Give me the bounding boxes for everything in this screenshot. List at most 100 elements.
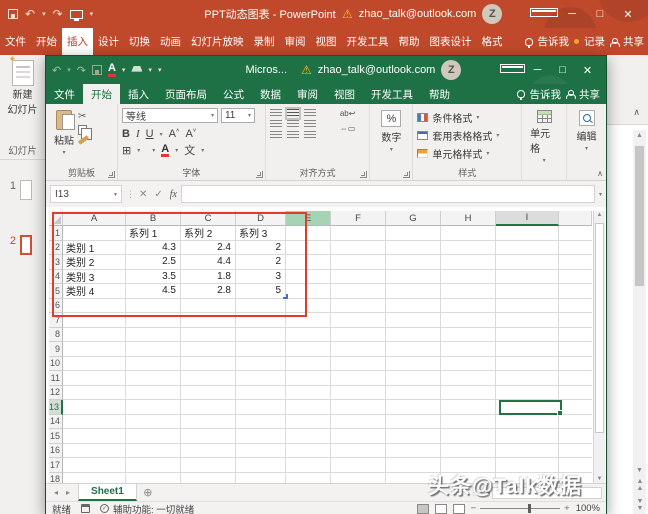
column-header-C[interactable]: C — [181, 211, 236, 226]
maximize-icon[interactable]: □ — [550, 64, 575, 76]
cell-A9[interactable] — [63, 342, 126, 357]
column-header-G[interactable]: G — [386, 211, 441, 226]
column-header-E[interactable]: E — [286, 211, 331, 226]
column-header-H[interactable]: H — [441, 211, 496, 226]
decrease-font-icon[interactable]: A˅ — [185, 128, 196, 140]
cell-F9[interactable] — [331, 342, 386, 357]
cell-I5[interactable] — [496, 284, 559, 299]
alignment-dialog-launcher[interactable] — [360, 171, 367, 178]
row-header-9[interactable]: 9 — [49, 342, 63, 357]
ppt-tab-文件[interactable]: 文件 — [0, 28, 31, 55]
cell-F12[interactable] — [331, 386, 386, 401]
cell-E3[interactable] — [286, 255, 331, 270]
cell-C7[interactable] — [181, 313, 236, 328]
cell-E15[interactable] — [286, 429, 331, 444]
cell-F7[interactable] — [331, 313, 386, 328]
cell-B13[interactable] — [126, 400, 181, 415]
font-size-combo[interactable]: 11▾ — [221, 108, 255, 123]
cells-button[interactable]: 单元格 ▾ — [526, 108, 562, 166]
cell-H13[interactable] — [441, 400, 496, 415]
cell-D7[interactable] — [236, 313, 286, 328]
phonetic-icon[interactable]: 文 — [184, 142, 195, 158]
cell-C16[interactable] — [181, 444, 236, 459]
row-header-16[interactable]: 16 — [49, 444, 63, 459]
zoom-out-icon[interactable]: − — [471, 503, 477, 514]
conditional-formatting-button[interactable]: 条件格式▾ — [417, 110, 517, 124]
cell-E4[interactable] — [286, 270, 331, 285]
excel-share-button[interactable]: 共享 — [579, 87, 600, 102]
ribbon-display-options-icon[interactable] — [530, 8, 558, 20]
merge-center-icon[interactable]: ⇔▭ — [340, 124, 356, 133]
cell-B8[interactable] — [126, 328, 181, 343]
cell-C1[interactable]: 系列 2 — [181, 226, 236, 241]
row-header-6[interactable]: 6 — [49, 299, 63, 314]
next-slide-icon[interactable]: ▼▼ — [633, 498, 646, 512]
orientation-icon[interactable] — [304, 131, 316, 140]
cell-H7[interactable] — [441, 313, 496, 328]
ppt-tab-幻灯片放映[interactable]: 幻灯片放映 — [186, 28, 249, 55]
cell-F11[interactable] — [331, 371, 386, 386]
cell-I2[interactable] — [496, 241, 559, 256]
font-dialog-launcher[interactable] — [256, 171, 263, 178]
cell-C11[interactable] — [181, 371, 236, 386]
ppt-tab-录制[interactable]: 录制 — [249, 28, 280, 55]
ppt-tab-开始[interactable]: 开始 — [31, 28, 62, 55]
underline-button[interactable]: U — [146, 128, 154, 140]
cell-H16[interactable] — [441, 444, 496, 459]
zoom-in-icon[interactable]: + — [564, 503, 570, 514]
row-header-3[interactable]: 3 — [49, 255, 63, 270]
cell-E6[interactable] — [286, 299, 331, 314]
italic-button[interactable]: I — [136, 128, 140, 140]
active-cell-I13[interactable] — [499, 400, 562, 415]
cell-I8[interactable] — [496, 328, 559, 343]
grid-scroll-thumb[interactable] — [595, 223, 604, 433]
cell-I10[interactable] — [496, 357, 559, 372]
cell-G6[interactable] — [386, 299, 441, 314]
zoom-level[interactable]: 100% — [576, 503, 600, 514]
font-name-combo[interactable]: 等线▾ — [122, 108, 218, 123]
cell-D12[interactable] — [236, 386, 286, 401]
select-all-corner[interactable] — [49, 211, 63, 226]
ppt-tab-格式[interactable]: 格式 — [477, 28, 508, 55]
cell-C2[interactable]: 2.4 — [181, 241, 236, 256]
align-center-icon[interactable] — [287, 120, 299, 129]
cell-D3[interactable]: 2 — [236, 255, 286, 270]
column-header-A[interactable]: A — [63, 211, 126, 226]
row-header-10[interactable]: 10 — [49, 357, 63, 372]
cell-E8[interactable] — [286, 328, 331, 343]
cell-I1[interactable] — [496, 226, 559, 241]
cell-G11[interactable] — [386, 371, 441, 386]
cell-C15[interactable] — [181, 429, 236, 444]
maximize-icon[interactable]: □ — [586, 8, 614, 20]
cell-E5[interactable] — [286, 284, 331, 299]
cell-G2[interactable] — [386, 241, 441, 256]
cell-I3[interactable] — [496, 255, 559, 270]
cell-E1[interactable] — [286, 226, 331, 241]
excel-tab-页面布局[interactable]: 页面布局 — [157, 84, 215, 104]
excel-tab-开发工具[interactable]: 开发工具 — [363, 84, 421, 104]
ppt-tab-切换[interactable]: 切换 — [124, 28, 155, 55]
ppt-tab-插入[interactable]: 插入 — [62, 28, 93, 55]
editing-button[interactable]: 编辑 ▾ — [571, 108, 602, 154]
cell-D15[interactable] — [236, 429, 286, 444]
cell-G16[interactable] — [386, 444, 441, 459]
cell-D11[interactable] — [236, 371, 286, 386]
ppt-record-button[interactable]: 记录 — [584, 34, 605, 49]
cell-G8[interactable] — [386, 328, 441, 343]
avatar[interactable]: Z — [441, 60, 461, 80]
cell-F6[interactable] — [331, 299, 386, 314]
prev-sheet-icon[interactable]: ◂ — [54, 488, 58, 497]
row-header-13[interactable]: 13 — [49, 400, 63, 415]
cell-A11[interactable] — [63, 371, 126, 386]
row-header-11[interactable]: 11 — [49, 371, 63, 386]
customize-qat-icon[interactable]: ▾ — [90, 10, 94, 18]
scroll-down-icon[interactable]: ▼ — [633, 467, 646, 474]
cell-B7[interactable] — [126, 313, 181, 328]
align-bottom-icon[interactable] — [304, 109, 316, 118]
cut-icon[interactable]: ✂ — [78, 111, 89, 122]
cancel-entry-icon[interactable]: ✕ — [139, 189, 147, 200]
cell-G5[interactable] — [386, 284, 441, 299]
ppt-account-email[interactable]: zhao_talk@outlook.com — [359, 8, 477, 20]
cell-B2[interactable]: 4.3 — [126, 241, 181, 256]
excel-tab-插入[interactable]: 插入 — [120, 84, 157, 104]
